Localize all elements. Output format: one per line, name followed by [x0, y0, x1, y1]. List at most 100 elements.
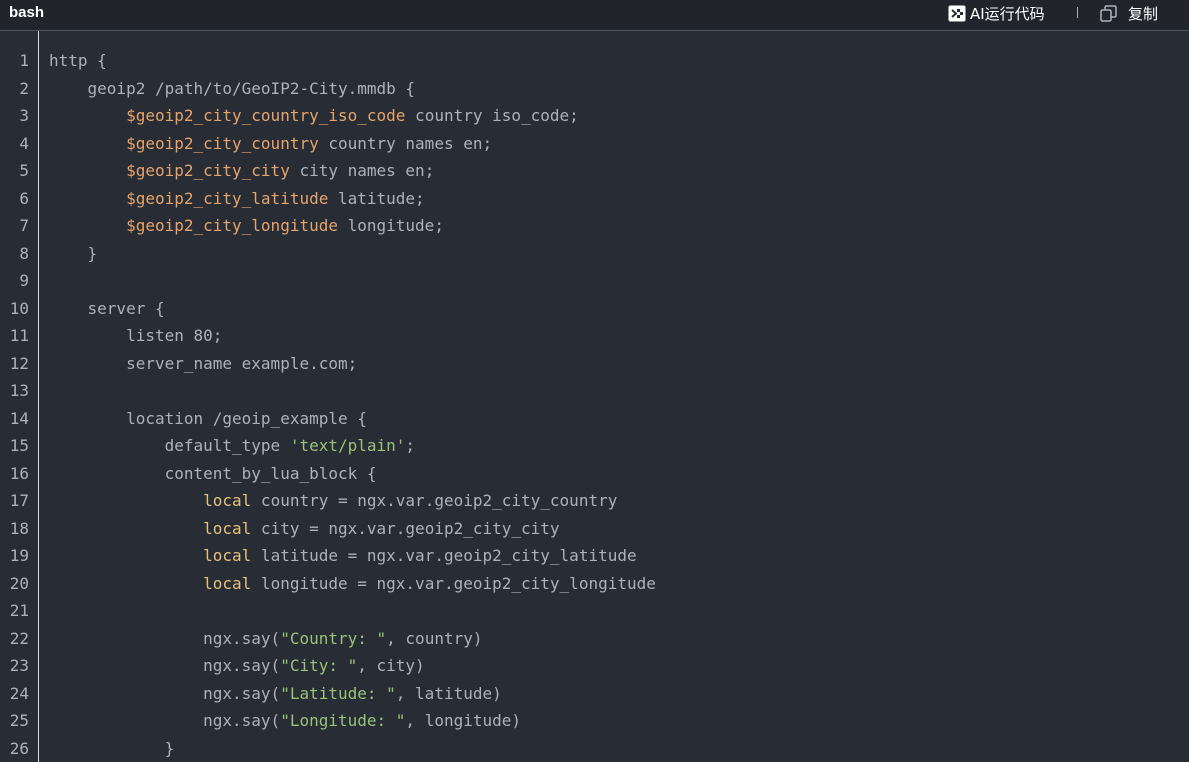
code-line: 19 local latitude = ngx.var.geoip2_city_…: [0, 542, 1189, 570]
code-token: local: [203, 546, 252, 565]
code-line: 5 $geoip2_city_city city names en;: [0, 157, 1189, 185]
line-code: $geoip2_city_latitude latitude;: [49, 185, 425, 213]
line-code: $geoip2_city_longitude longitude;: [49, 212, 444, 240]
line-number: 11: [9, 326, 29, 345]
code-token: local: [203, 573, 252, 593]
code-token: "Latitude: ": [280, 683, 396, 703]
code-token: city names en;: [289, 161, 435, 180]
copy-icon: [1100, 4, 1117, 22]
line-number: 3: [19, 106, 29, 125]
line-code: $geoip2_city_country country names en;: [49, 130, 492, 158]
line-number: 9: [19, 271, 29, 290]
code-line: 21: [0, 597, 1189, 625]
code-line: 22 ngx.say("Country: ", country): [0, 625, 1189, 653]
line-number: 13: [9, 381, 29, 400]
line-number: 15: [9, 436, 29, 455]
code-token: longitude = ngx.var.geoip2_city_longitud…: [251, 573, 656, 593]
line-code: ngx.say("City: ", city): [49, 652, 425, 680]
code-toolbar: bash AI运行代码 复制: [0, 0, 1189, 31]
code-line: 14 location /geoip_example {: [0, 405, 1189, 433]
line-code: location /geoip_example {: [49, 405, 367, 433]
line-number: 12: [9, 353, 29, 373]
line-code: content_by_lua_block {: [49, 460, 377, 488]
code-line: 1 http {: [0, 47, 1189, 75]
code-token: ngx.say(: [49, 628, 281, 648]
line-code: $geoip2_city_city city names en;: [49, 157, 434, 185]
code-line: 6 $geoip2_city_latitude latitude;: [0, 185, 1189, 213]
code-token: location /geoip_example {: [49, 408, 367, 428]
code-token: content_by_lua_block {: [49, 463, 377, 483]
code-line: 3 $geoip2_city_country_iso_code country …: [0, 102, 1189, 130]
code-token: "Country: ": [280, 628, 387, 648]
line-code: local longitude = ngx.var.geoip2_city_lo…: [49, 570, 656, 598]
code-token: "City: ": [280, 656, 358, 675]
code-token: country iso_code;: [405, 106, 579, 125]
line-number: 22: [9, 628, 29, 648]
line-number: 2: [19, 78, 29, 98]
ai-run-code-button[interactable]: AI运行代码: [948, 2, 1045, 24]
code-token: $geoip2_city_city: [126, 161, 290, 180]
line-number: 26: [9, 738, 29, 758]
ai-run-icon: [948, 5, 966, 22]
code-token: 'text/plain': [289, 436, 406, 455]
code-line: 2 geoip2 /path/to/GeoIP2-City.mmdb {: [0, 75, 1189, 103]
code-line: 9: [0, 267, 1189, 295]
code-line: 17 local country = ngx.var.geoip2_city_c…: [0, 487, 1189, 515]
code-line: 20 local longitude = ngx.var.geoip2_city…: [0, 570, 1189, 598]
code-token: city = ngx.var.geoip2_city_city: [251, 518, 560, 538]
line-number: 4: [19, 133, 29, 153]
code-token: server {: [49, 298, 165, 318]
line-number: 7: [19, 216, 29, 235]
line-number: 19: [9, 546, 29, 565]
code-token: $geoip2_city_country_iso_code: [126, 106, 406, 125]
code-line: 15 default_type 'text/plain';: [0, 432, 1189, 460]
code-line: 13: [0, 377, 1189, 405]
line-code: ngx.say("Country: ", country): [49, 625, 482, 653]
code-line: 4 $geoip2_city_country country names en;: [0, 130, 1189, 158]
code-token: , country): [386, 628, 483, 648]
code-token: "Longitude: ": [280, 711, 406, 730]
copy-button[interactable]: 复制: [1100, 2, 1158, 24]
line-code: listen 80;: [49, 322, 222, 350]
code-token: latitude;: [328, 188, 425, 208]
code-token: , longitude): [405, 711, 522, 730]
code-token: ngx.say(: [49, 711, 281, 730]
copy-label: 复制: [1128, 4, 1159, 23]
line-number: 10: [9, 298, 29, 318]
line-code: ngx.say("Latitude: ", latitude): [49, 680, 502, 708]
code-token: ngx.say(: [49, 683, 281, 703]
code-token: ngx.say(: [49, 656, 281, 675]
language-label: bash: [9, 4, 45, 21]
code-token: longitude;: [337, 216, 444, 235]
line-code: default_type 'text/plain';: [49, 432, 415, 460]
line-number: 24: [9, 683, 29, 703]
line-code: server_name example.com;: [49, 350, 357, 378]
code-token: listen 80;: [49, 326, 223, 345]
line-code: }: [49, 240, 98, 268]
line-code: local country = ngx.var.geoip2_city_coun…: [49, 487, 617, 515]
code-token: country names en;: [318, 133, 493, 153]
code-token: , city): [357, 656, 425, 675]
code-token: http {: [49, 51, 107, 70]
line-code: http {: [49, 47, 107, 75]
code-line: 23 ngx.say("City: ", city): [0, 652, 1189, 680]
code-line: 24 ngx.say("Latitude: ", latitude): [0, 680, 1189, 708]
line-code: server {: [49, 295, 165, 323]
code-token: server_name example.com;: [49, 353, 358, 373]
code-area[interactable]: 1 http {2 geoip2 /path/to/GeoIP2-City.mmd…: [0, 47, 1189, 762]
code-token: $geoip2_city_latitude: [126, 188, 329, 208]
code-line: 12 server_name example.com;: [0, 350, 1189, 378]
ai-run-code-label: AI运行代码: [970, 4, 1045, 23]
line-number: 25: [9, 711, 29, 730]
line-number: 20: [9, 573, 29, 593]
line-number: 14: [9, 408, 29, 428]
line-number: 16: [9, 463, 29, 483]
code-line: 8 }: [0, 240, 1189, 268]
